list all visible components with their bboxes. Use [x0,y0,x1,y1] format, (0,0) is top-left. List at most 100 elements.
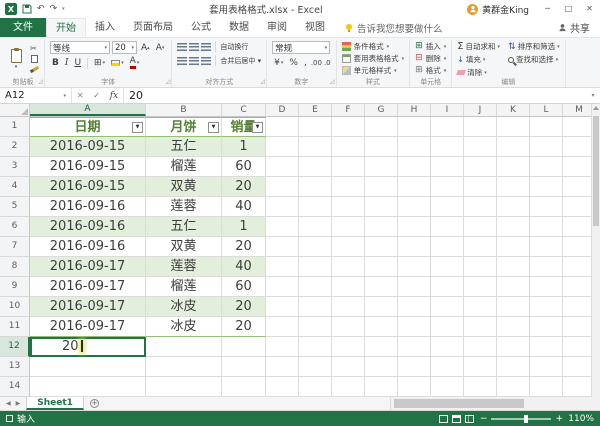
wrap-text-button[interactable]: 自动换行 [220,42,248,52]
row-header-1[interactable]: 1 [0,117,30,137]
bold-button[interactable]: B [50,57,61,69]
cell-D1[interactable] [266,117,299,137]
cell-D8[interactable] [266,257,299,277]
cell-styles-button[interactable]: 单元格样式▾ [342,65,405,76]
cell-L6[interactable] [530,217,563,237]
cell-C3[interactable]: 60 [222,157,266,177]
cell-G10[interactable] [365,297,398,317]
cell-H5[interactable] [398,197,431,217]
cell-C11[interactable]: 20 [222,317,266,337]
cell-L9[interactable] [530,277,563,297]
delete-cells-button[interactable]: ⊟ 删除▾ [415,53,446,64]
cell-C14[interactable] [222,377,266,397]
dialog-launcher-icon[interactable]: ◿ [330,79,335,85]
column-header-I[interactable]: I [431,104,464,116]
cell-D3[interactable] [266,157,299,177]
cell-A4[interactable]: 2016-09-15 [30,177,146,197]
column-header-H[interactable]: H [398,104,431,116]
vertical-scrollbar-thumb[interactable] [593,116,599,226]
align-top-icon[interactable] [177,43,187,51]
cell-J11[interactable] [464,317,497,337]
cell-K3[interactable] [497,157,530,177]
name-box[interactable]: A12▾ [0,88,72,103]
cell-I14[interactable] [431,377,464,397]
cell-C5[interactable]: 40 [222,197,266,217]
vertical-scrollbar[interactable] [591,104,600,397]
cell-J3[interactable] [464,157,497,177]
undo-icon[interactable]: ↶ [37,5,45,14]
cell-D12[interactable] [266,337,299,357]
zoom-slider-thumb[interactable] [524,415,528,423]
cell-A3[interactable]: 2016-09-15 [30,157,146,177]
cell-J6[interactable] [464,217,497,237]
tab-home[interactable]: 开始 [46,18,86,37]
page-break-view-icon[interactable] [465,415,474,423]
row-header-14[interactable]: 14 [0,377,30,397]
comma-style-icon[interactable]: , [302,57,309,69]
cell-C1[interactable]: 销量▼ [222,117,266,137]
font-name-select[interactable]: 等线▾ [50,41,110,54]
column-header-D[interactable]: D [266,104,299,116]
cell-B14[interactable] [146,377,222,397]
tab-page-layout[interactable]: 页面布局 [124,18,182,37]
cell-H7[interactable] [398,237,431,257]
cell-D11[interactable] [266,317,299,337]
formula-input[interactable]: 20 [124,88,586,103]
cell-I8[interactable] [431,257,464,277]
cell-K8[interactable] [497,257,530,277]
excel-logo-icon[interactable]: X [5,3,17,15]
cell-L5[interactable] [530,197,563,217]
cell-F5[interactable] [332,197,365,217]
cell-B6[interactable]: 五仁 [146,217,222,237]
cell-H8[interactable] [398,257,431,277]
tab-view[interactable]: 视图 [296,18,334,37]
cell-K5[interactable] [497,197,530,217]
cell-G12[interactable] [365,337,398,357]
cell-G1[interactable] [365,117,398,137]
cell-E7[interactable] [299,237,332,257]
cell-K10[interactable] [497,297,530,317]
cell-F10[interactable] [332,297,365,317]
cell-I4[interactable] [431,177,464,197]
cell-K2[interactable] [497,137,530,157]
column-header-B[interactable]: B [146,104,222,116]
cell-F4[interactable] [332,177,365,197]
cell-B3[interactable]: 榴莲 [146,157,222,177]
increase-decimal-icon[interactable]: .00 [311,59,322,67]
cell-B9[interactable]: 榴莲 [146,277,222,297]
cell-E10[interactable] [299,297,332,317]
cell-F7[interactable] [332,237,365,257]
format-cells-button[interactable]: ⊞ 格式▾ [415,65,446,76]
cell-K14[interactable] [497,377,530,397]
cell-L10[interactable] [530,297,563,317]
dialog-launcher-icon[interactable]: ◿ [261,79,266,85]
cell-I2[interactable] [431,137,464,157]
cell-A9[interactable]: 2016-09-17 [30,277,146,297]
cell-H14[interactable] [398,377,431,397]
cell-B13[interactable] [146,357,222,377]
cell-J7[interactable] [464,237,497,257]
cell-I3[interactable] [431,157,464,177]
align-center-icon[interactable] [189,57,199,65]
cell-G13[interactable] [365,357,398,377]
cell-D7[interactable] [266,237,299,257]
cell-B11[interactable]: 冰皮 [146,317,222,337]
find-select-button[interactable]: 查找和选择▾ [508,54,560,65]
cell-A13[interactable] [30,357,146,377]
cell-D6[interactable] [266,217,299,237]
filter-button-日期[interactable]: ▼ [132,122,143,133]
cell-F1[interactable] [332,117,365,137]
cell-I7[interactable] [431,237,464,257]
cell-E2[interactable] [299,137,332,157]
cell-H13[interactable] [398,357,431,377]
cell-D10[interactable] [266,297,299,317]
column-header-J[interactable]: J [464,104,497,116]
cell-D2[interactable] [266,137,299,157]
cell-I11[interactable] [431,317,464,337]
cell-L2[interactable] [530,137,563,157]
cell-G8[interactable] [365,257,398,277]
minimize-button[interactable]: ─ [537,0,558,18]
column-header-E[interactable]: E [299,104,332,116]
percent-style-icon[interactable]: % [287,57,300,69]
column-header-F[interactable]: F [332,104,365,116]
